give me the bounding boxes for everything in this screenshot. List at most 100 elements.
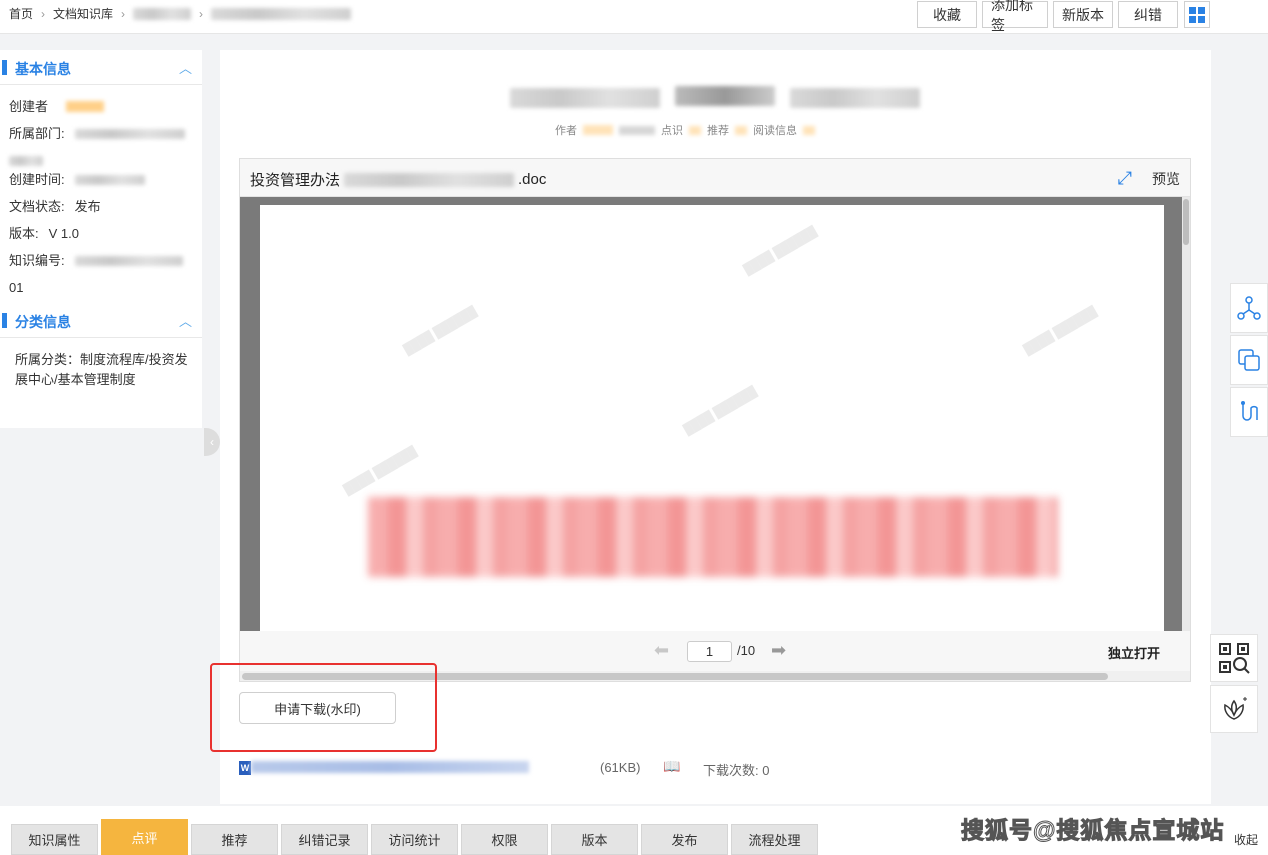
new-version-button[interactable]: 新版本: [1053, 1, 1113, 28]
status-value: 发布: [74, 199, 101, 214]
dept-value-cont: [9, 156, 43, 166]
tab-versions[interactable]: 版本: [551, 824, 638, 855]
grid-view-button[interactable]: [1184, 1, 1210, 28]
page-watermark: ████ ██████: [342, 445, 419, 497]
document-page-area[interactable]: ████ ██████ ████ ██████ ████ ██████ ████…: [240, 197, 1184, 633]
bottom-tab-bar: 知识属性 点评 推荐 纠错记录 访问统计 权限 版本 发布 流程处理 搜狐号@搜…: [0, 806, 1268, 855]
version-value: V 1.0: [48, 226, 79, 241]
meta-clicks-label: 点识: [661, 125, 683, 137]
attachment-name[interactable]: [251, 761, 529, 773]
dept-label: 所属部门:: [9, 126, 65, 141]
category-info-header[interactable]: 分类信息 ︿: [0, 303, 202, 338]
tab-comments[interactable]: 点评: [101, 819, 188, 855]
creator-value[interactable]: [66, 101, 105, 112]
route-button[interactable]: [1230, 387, 1268, 437]
created-row: 创建时间:: [9, 166, 202, 193]
meta-date-value: [619, 125, 655, 135]
tab-knowledge-attributes[interactable]: 知识属性: [11, 824, 98, 855]
collapse-button[interactable]: 收起: [1234, 831, 1258, 848]
chevron-right-icon: ›: [41, 6, 46, 21]
document-page: ████ ██████ ████ ██████ ████ ██████ ████…: [260, 205, 1164, 633]
document-title-redacted: [510, 80, 920, 110]
copy-icon: [1238, 349, 1260, 371]
tab-publish[interactable]: 发布: [641, 824, 728, 855]
tab-access-stats[interactable]: 访问统计: [371, 824, 458, 855]
open-standalone-button[interactable]: 独立打开: [1108, 643, 1160, 662]
book-icon[interactable]: 📖: [663, 758, 680, 775]
page-total: /10: [737, 643, 756, 658]
redacted-page-heading: [368, 497, 1058, 577]
meta-recommend-value: [735, 125, 747, 135]
meta-author-value[interactable]: [583, 125, 613, 135]
download-count: 下载次数: 0: [703, 763, 770, 778]
fullscreen-icon[interactable]: ⤢: [1118, 168, 1132, 189]
code-row: 知识编号:: [9, 247, 202, 274]
creator-label: 创建者: [9, 99, 49, 114]
document-meta: 作者 点识 推荐 阅读信息: [555, 122, 815, 138]
collapse-left-panel-button[interactable]: ‹: [204, 428, 220, 456]
attachment-size: (61KB): [600, 760, 641, 775]
chevron-up-icon[interactable]: ︿: [179, 311, 192, 330]
annotation-highlight-box: [210, 663, 437, 752]
status-row: 文档状态: 发布: [9, 193, 202, 220]
basic-info-title: 基本信息: [15, 61, 71, 77]
tab-permissions[interactable]: 权限: [461, 824, 548, 855]
breadcrumb-redacted: [211, 7, 352, 20]
breadcrumb-library[interactable]: 文档知识库: [53, 5, 113, 22]
page-watermark: ████ ██████: [402, 305, 479, 357]
knowledge-graph-button[interactable]: [1230, 283, 1268, 333]
qr-code-button[interactable]: [1210, 634, 1258, 682]
network-icon: [1237, 296, 1261, 320]
dept-value: [74, 129, 185, 139]
code-row-cont: 01: [9, 274, 202, 301]
code-value: [74, 256, 183, 266]
breadcrumb-home[interactable]: 首页: [9, 5, 33, 22]
arrow-left-icon[interactable]: ⬅: [654, 640, 669, 661]
top-actions: 收藏 添加标签 新版本 纠错: [917, 0, 1178, 33]
meta-recommend-label: 推荐: [707, 125, 729, 137]
dept-row: 所属部门:: [9, 120, 202, 147]
breadcrumb: 首页 › 文档知识库 › ›: [9, 5, 352, 22]
tab-workflow[interactable]: 流程处理: [731, 824, 818, 855]
tab-recommend[interactable]: 推荐: [191, 824, 278, 855]
created-value: [74, 175, 145, 185]
meta-read-info-value: [803, 125, 815, 135]
arrow-right-icon[interactable]: ➡: [771, 640, 786, 661]
favorite-button[interactable]: 收藏: [917, 1, 977, 28]
section-marker: [2, 60, 7, 75]
created-label: 创建时间:: [9, 172, 65, 187]
code-suffix: 01: [9, 280, 24, 295]
meta-read-info-label[interactable]: 阅读信息: [753, 122, 797, 138]
page-number-input[interactable]: 1: [687, 641, 732, 662]
creator-row: 创建者: [9, 93, 202, 120]
document-viewer: 投资管理办法 .doc ⤢ 预览 ████ ██████ ████ ██████…: [239, 158, 1191, 682]
chevron-up-icon[interactable]: ︿: [179, 58, 192, 77]
route-icon: [1241, 401, 1258, 421]
basic-info-header[interactable]: 基本信息 ︿: [0, 50, 202, 85]
viewer-header: 投资管理办法 .doc ⤢ 预览: [240, 159, 1190, 197]
section-marker: [2, 313, 7, 328]
file-name-redacted: [344, 172, 515, 187]
preview-button[interactable]: 预览: [1152, 169, 1180, 189]
chevron-right-icon: ›: [199, 6, 204, 21]
lotus-button[interactable]: [1210, 685, 1258, 733]
top-bar: 首页 › 文档知识库 › › 收藏 添加标签 新版本 纠错: [0, 0, 1268, 34]
tab-correction-records[interactable]: 纠错记录: [281, 824, 368, 855]
basic-info-list: 创建者 所属部门: 创建时间: 文档状态: 发布 版本: V 1.0 知识编号:…: [0, 85, 202, 301]
bottom-tabs: 知识属性 点评 推荐 纠错记录 访问统计 权限 版本 发布 流程处理: [11, 819, 818, 855]
viewer-file-name: 投资管理办法 .doc: [250, 169, 546, 190]
attachment-row: W (61KB) 📖 下载次数: 0: [239, 758, 839, 778]
grid-icon: [1189, 6, 1205, 23]
meta-author-label: 作者: [555, 125, 577, 137]
qr-code-icon: [1219, 643, 1250, 674]
vertical-scrollbar[interactable]: [1182, 197, 1190, 631]
add-tag-button[interactable]: 添加标签: [982, 0, 1048, 33]
copy-button[interactable]: [1230, 335, 1268, 385]
breadcrumb-redacted[interactable]: [133, 7, 192, 20]
version-row: 版本: V 1.0: [9, 220, 202, 247]
correction-button[interactable]: 纠错: [1118, 1, 1178, 28]
status-label: 文档状态:: [9, 199, 65, 214]
file-name-ext: .doc: [518, 171, 547, 188]
page-watermark: ████ ██████: [1022, 305, 1099, 357]
page-watermark: ████ ██████: [742, 225, 819, 277]
